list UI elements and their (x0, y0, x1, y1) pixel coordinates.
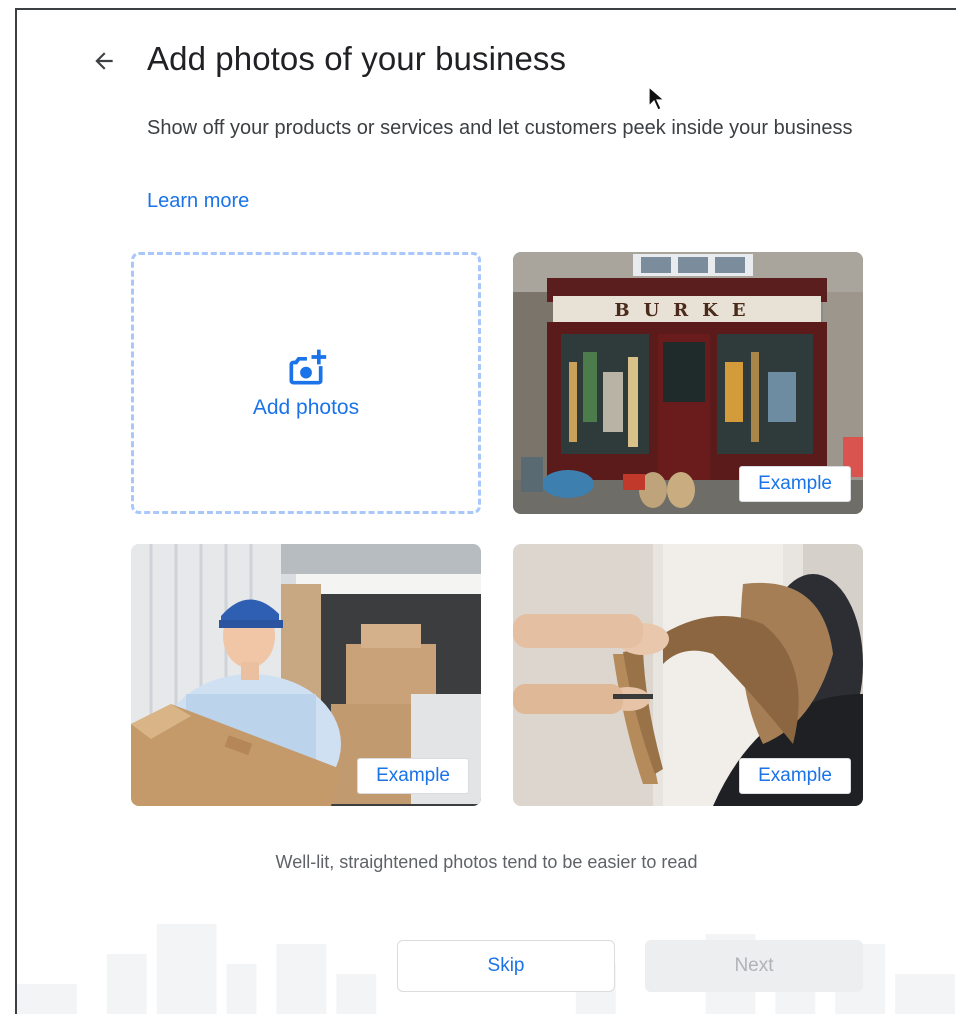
example-photo-storefront: BURKE Example (513, 252, 863, 514)
description-text: Show off your products or services and l… (147, 117, 853, 139)
example-photo-hair-salon: Example (513, 544, 863, 806)
example-photo-delivery: Example (131, 544, 481, 806)
learn-more-link[interactable]: Learn more (147, 190, 249, 213)
dialog-frame: Add photos of your business Show off you… (15, 8, 956, 1014)
example-badge: Example (739, 758, 851, 794)
example-badge: Example (739, 466, 851, 502)
arrow-back-icon (95, 52, 113, 70)
photo-tip-text: Well-lit, straightened photos tend to be… (275, 852, 698, 872)
add-photo-camera-icon (289, 349, 327, 385)
back-button[interactable] (89, 46, 119, 76)
add-photos-label: Add photos (252, 396, 360, 419)
example-badge: Example (357, 758, 469, 794)
add-photos-tile[interactable]: Add photos (131, 252, 481, 514)
next-button[interactable]: Next (645, 940, 863, 992)
mouse-cursor-icon (648, 86, 666, 111)
storefront-sign-text: BURKE (614, 300, 759, 321)
page-title: Add photos of your business (147, 40, 567, 77)
skip-button[interactable]: Skip (397, 940, 615, 992)
